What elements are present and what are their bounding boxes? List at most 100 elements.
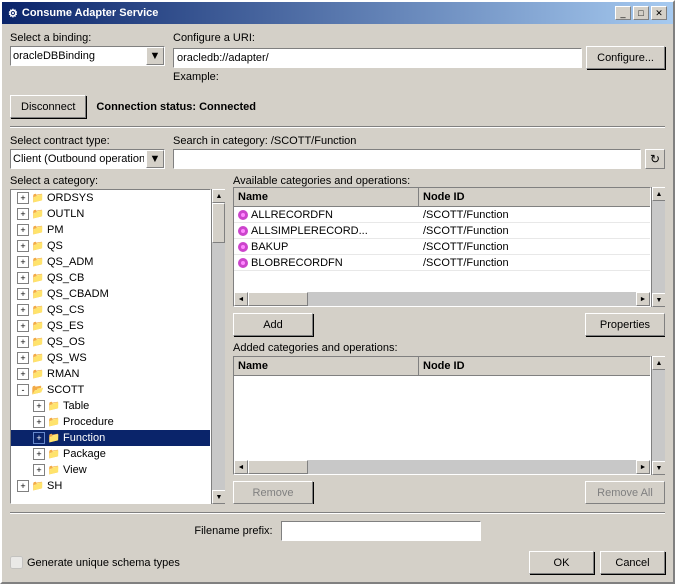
available-cell-name-4: BLOBRECORDFN: [234, 255, 419, 270]
tree-item-table[interactable]: + 📁 Table: [11, 398, 210, 414]
configure-button[interactable]: Configure...: [586, 46, 665, 69]
expander-qs-cb[interactable]: +: [17, 272, 29, 284]
available-cell-name-2: ALLSIMPLERECORD...: [234, 223, 419, 238]
minimize-button[interactable]: _: [615, 6, 631, 20]
close-button[interactable]: ✕: [651, 6, 667, 20]
tree-label-sh: SH: [47, 480, 62, 492]
folder-icon-qs: 📁: [31, 239, 45, 253]
tree-item-function[interactable]: + 📁 Function: [11, 430, 210, 446]
available-cell-nodeid-1: /SCOTT/Function: [419, 207, 650, 222]
tree-item-view[interactable]: + 📁 View: [11, 462, 210, 478]
available-scroll-left-button[interactable]: ◄: [234, 292, 248, 306]
tree-item-qs-adm[interactable]: + 📁 QS_ADM: [11, 254, 210, 270]
tree-label-qs-cb: QS_CB: [47, 272, 84, 284]
added-scroll-right-button[interactable]: ►: [636, 460, 650, 474]
expander-ordsys[interactable]: +: [17, 192, 29, 204]
expander-qs-cbadm[interactable]: +: [17, 288, 29, 300]
expander-qs-ws[interactable]: +: [17, 352, 29, 364]
tree-item-qs-cbadm[interactable]: + 📁 QS_CBADM: [11, 286, 210, 302]
available-row-3[interactable]: BAKUP /SCOTT/Function: [234, 239, 650, 255]
contract-select[interactable]: Client (Outbound operation:: [10, 149, 165, 169]
tree-scroll-down-button[interactable]: ▼: [212, 490, 225, 504]
maximize-button[interactable]: □: [633, 6, 649, 20]
available-cell-nodeid-4: /SCOTT/Function: [419, 255, 650, 270]
right-panel: Available categories and operations: Nam…: [233, 175, 665, 504]
folder-icon-qs-cb: 📁: [31, 271, 45, 285]
added-col-name: Name: [234, 357, 419, 375]
tree-item-scott[interactable]: - 📂 SCOTT: [11, 382, 210, 398]
tree-item-qs-cs[interactable]: + 📁 QS_CS: [11, 302, 210, 318]
tree-item-package[interactable]: + 📁 Package: [11, 446, 210, 462]
remove-buttons-row: Remove Remove All: [233, 481, 665, 504]
folder-icon-function: 📁: [47, 431, 61, 445]
cancel-button[interactable]: Cancel: [600, 551, 665, 574]
available-scroll-right-button[interactable]: ►: [636, 292, 650, 306]
filename-input[interactable]: [281, 521, 481, 541]
expander-view[interactable]: +: [33, 464, 45, 476]
expander-procedure[interactable]: +: [33, 416, 45, 428]
unique-schema-checkbox[interactable]: [10, 556, 23, 569]
add-button[interactable]: Add: [233, 313, 313, 336]
expander-qs-cs[interactable]: +: [17, 304, 29, 316]
expander-table[interactable]: +: [33, 400, 45, 412]
tree-scroll-up-button[interactable]: ▲: [212, 189, 225, 203]
added-scroll-left-button[interactable]: ◄: [234, 460, 248, 474]
expander-function[interactable]: +: [33, 432, 45, 444]
added-scroll-down-button[interactable]: ▼: [652, 461, 665, 475]
folder-icon-view: 📁: [47, 463, 61, 477]
tree-item-qs-ws[interactable]: + 📁 QS_WS: [11, 350, 210, 366]
available-row-1[interactable]: ALLRECORDFN /SCOTT/Function: [234, 207, 650, 223]
folder-icon-rman: 📁: [31, 367, 45, 381]
remove-button[interactable]: Remove: [233, 481, 313, 504]
tree-item-pm[interactable]: + 📁 PM: [11, 222, 210, 238]
expander-outln[interactable]: +: [17, 208, 29, 220]
tree-item-qs[interactable]: + 📁 QS: [11, 238, 210, 254]
added-h-scrollbar[interactable]: ◄ ►: [234, 460, 650, 474]
available-cell-name-1: ALLRECORDFN: [234, 207, 419, 222]
tree-item-procedure[interactable]: + 📁 Procedure: [11, 414, 210, 430]
folder-icon-outln: 📁: [31, 207, 45, 221]
footer-row: Generate unique schema types OK Cancel: [10, 551, 665, 574]
added-scroll-up-button[interactable]: ▲: [652, 356, 665, 370]
available-v-scrollbar[interactable]: ▲ ▼: [651, 187, 665, 307]
expander-sh[interactable]: +: [17, 480, 29, 492]
expander-scott[interactable]: -: [17, 384, 29, 396]
tree-item-qs-os[interactable]: + 📁 QS_OS: [11, 334, 210, 350]
tree-item-ordsys[interactable]: + 📁 ORDSYS: [11, 190, 210, 206]
available-table-rows: ALLRECORDFN /SCOTT/Function ALLSIMPLEREC…: [234, 207, 650, 292]
added-v-scrollbar[interactable]: ▲ ▼: [651, 356, 665, 475]
uri-input[interactable]: [173, 48, 582, 68]
expander-pm[interactable]: +: [17, 224, 29, 236]
expander-rman[interactable]: +: [17, 368, 29, 380]
left-panel: Select a category: + 📁 ORDSYS: [10, 175, 225, 504]
tree-item-sh[interactable]: + 📁 SH: [11, 478, 210, 494]
tree-label-qs-cbadm: QS_CBADM: [47, 288, 109, 300]
available-row-2[interactable]: ALLSIMPLERECORD... /SCOTT/Function: [234, 223, 650, 239]
tree-item-qs-es[interactable]: + 📁 QS_ES: [11, 318, 210, 334]
available-h-scrollbar[interactable]: ◄ ►: [234, 292, 650, 306]
remove-all-button[interactable]: Remove All: [585, 481, 665, 504]
folder-icon-qs-cbadm: 📁: [31, 287, 45, 301]
expander-qs-es[interactable]: +: [17, 320, 29, 332]
available-scroll-up-button[interactable]: ▲: [652, 187, 665, 201]
tree-label-ordsys: ORDSYS: [47, 192, 93, 204]
contract-label: Select contract type:: [10, 135, 165, 147]
tree-scroll-track: [212, 203, 225, 490]
available-scroll-down-button[interactable]: ▼: [652, 293, 665, 307]
tree-item-qs-cb[interactable]: + 📁 QS_CB: [11, 270, 210, 286]
available-row-4[interactable]: BLOBRECORDFN /SCOTT/Function: [234, 255, 650, 271]
tree-item-outln[interactable]: + 📁 OUTLN: [11, 206, 210, 222]
binding-select[interactable]: oracleDBBinding: [10, 46, 165, 66]
tree-item-rman[interactable]: + 📁 RMAN: [11, 366, 210, 382]
added-table: Name Node ID ◄: [233, 356, 651, 475]
expander-qs-adm[interactable]: +: [17, 256, 29, 268]
tree-vertical-scrollbar[interactable]: ▲ ▼: [211, 189, 225, 504]
expander-qs-os[interactable]: +: [17, 336, 29, 348]
search-input[interactable]: [173, 149, 641, 169]
expander-qs[interactable]: +: [17, 240, 29, 252]
expander-package[interactable]: +: [33, 448, 45, 460]
disconnect-button[interactable]: Disconnect: [10, 95, 86, 118]
ok-button[interactable]: OK: [529, 551, 594, 574]
refresh-button[interactable]: ↻: [645, 149, 665, 169]
properties-button[interactable]: Properties: [585, 313, 665, 336]
